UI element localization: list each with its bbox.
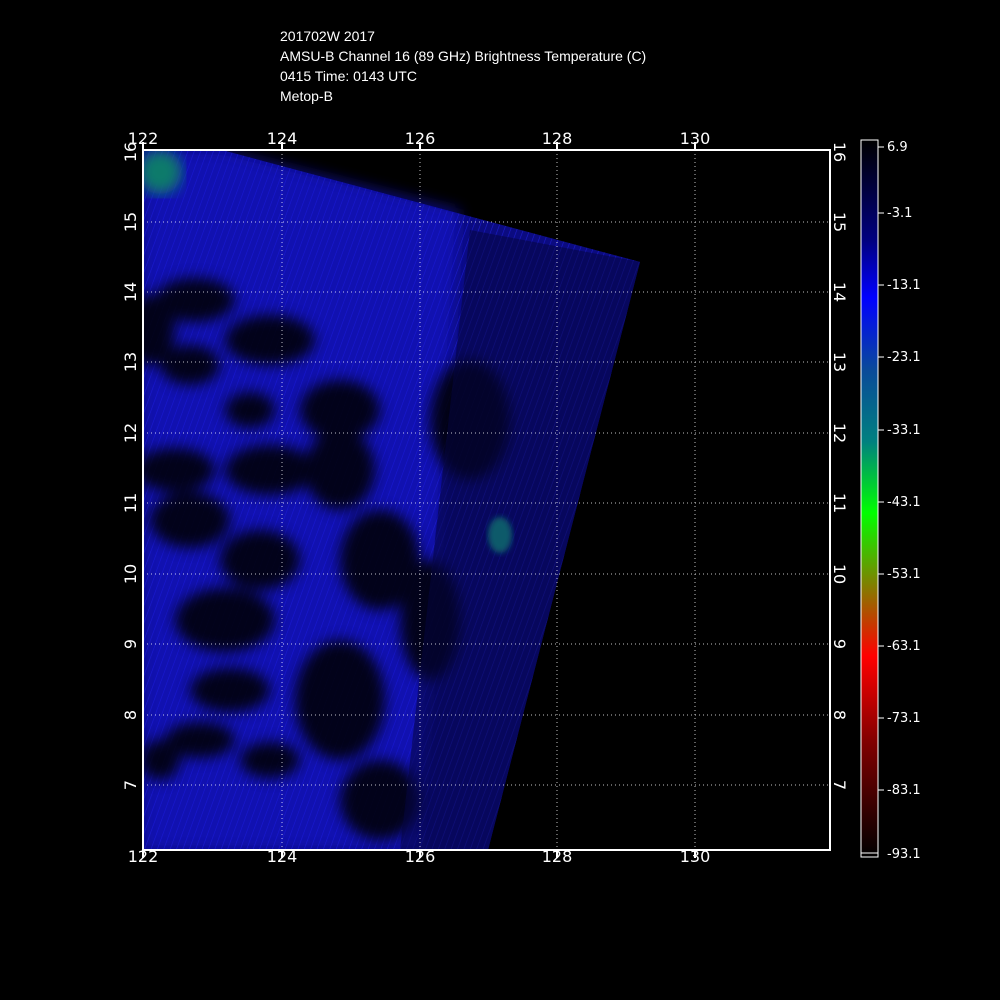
lat-label: 7 [121, 780, 140, 790]
lon-label: 122 [128, 847, 159, 866]
lat-labels-right: 16 15 14 13 12 11 10 9 8 7 [830, 142, 849, 790]
brightness-imagery [143, 150, 640, 850]
colorbar-label: -93.1 [887, 847, 921, 862]
lon-label: 126 [405, 847, 436, 866]
lat-label: 10 [830, 564, 849, 584]
satellite-map: 122 124 126 128 130 122 124 126 128 130 … [121, 129, 921, 866]
lon-label: 126 [405, 129, 436, 148]
lat-label: 13 [121, 352, 140, 372]
lat-label: 9 [830, 639, 849, 649]
lon-label: 128 [542, 129, 573, 148]
colorbar-label: -73.1 [887, 711, 921, 726]
lat-label: 11 [121, 493, 140, 513]
lat-label: 15 [830, 212, 849, 232]
lon-label: 124 [267, 129, 298, 148]
lat-label: 14 [121, 282, 140, 302]
lat-label: 12 [121, 423, 140, 443]
lat-label: 10 [121, 564, 140, 584]
colorbar-gradient [860, 139, 879, 858]
lat-labels-left: 16 15 14 13 12 11 10 9 8 7 [121, 142, 140, 790]
colorbar-label: -83.1 [887, 783, 921, 798]
lon-label: 128 [542, 847, 573, 866]
lat-label: 14 [830, 282, 849, 302]
colorbar-label: 6.9 [887, 140, 908, 155]
lat-label: 13 [830, 352, 849, 372]
lat-label: 8 [121, 710, 140, 720]
lat-label: 11 [830, 493, 849, 513]
lat-label: 16 [121, 142, 140, 162]
colorbar-label: -33.1 [887, 423, 921, 438]
colorbar-label: -53.1 [887, 567, 921, 582]
lat-label: 8 [830, 710, 849, 720]
lon-labels-top: 122 124 126 128 130 [128, 129, 711, 148]
cold-spot-nw [143, 150, 182, 194]
lat-label: 15 [121, 212, 140, 232]
lat-label: 7 [830, 780, 849, 790]
lat-label: 12 [830, 423, 849, 443]
colorbar: 6.9 -3.1 -13.1 -23.1 -33.1 -43.1 -53.1 -… [860, 139, 921, 862]
lon-label: 124 [267, 847, 298, 866]
lon-label: 130 [680, 847, 711, 866]
colorbar-label: -43.1 [887, 495, 921, 510]
lon-label: 130 [680, 129, 711, 148]
lat-label: 9 [121, 639, 140, 649]
colorbar-label: -23.1 [887, 350, 921, 365]
colorbar-label: -3.1 [887, 206, 912, 221]
colorbar-label: -13.1 [887, 278, 921, 293]
colorbar-label: -63.1 [887, 639, 921, 654]
lat-label: 16 [830, 142, 849, 162]
